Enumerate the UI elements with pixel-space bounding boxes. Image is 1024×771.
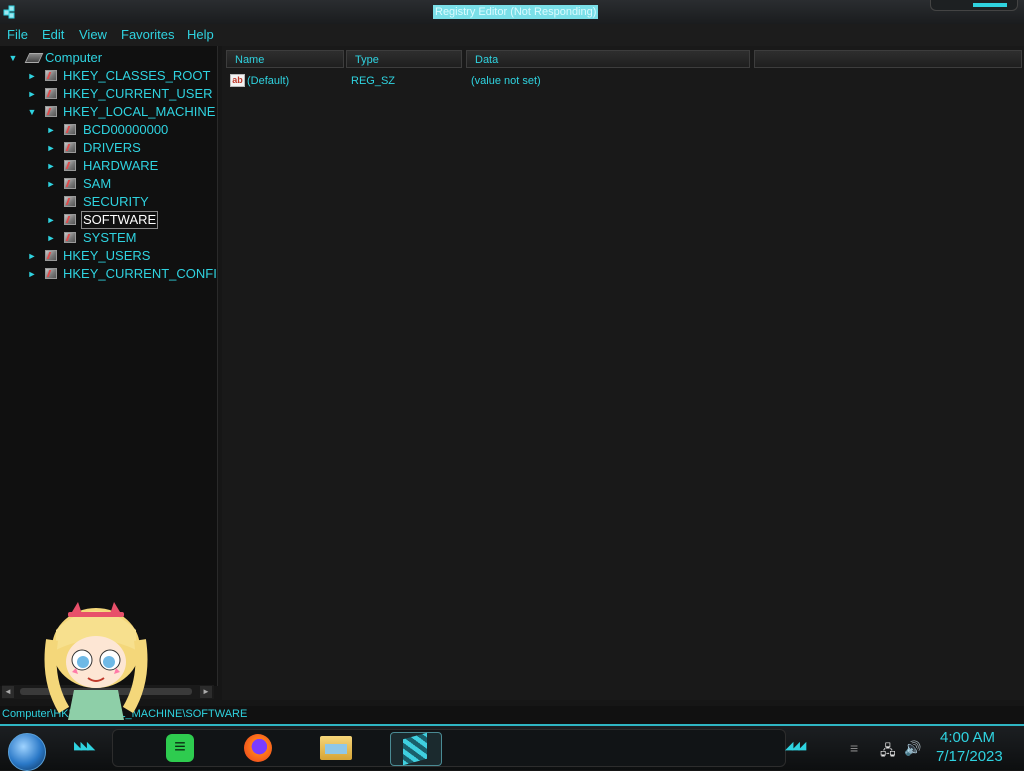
tree-node-hkey-users[interactable]: ► HKEY_USERS [0, 247, 217, 265]
value-list[interactable]: Name Type Data ab (Default) REG_SZ (valu… [222, 46, 1024, 700]
value-data: (value not set) [471, 75, 541, 87]
folder-icon [45, 268, 57, 279]
tree-node-system[interactable]: ► SYSTEM [0, 229, 217, 247]
tree-label: HKEY_CURRENT_USER [63, 86, 213, 101]
tree-label-computer: Computer [45, 50, 103, 65]
menu-help[interactable]: Help [187, 27, 214, 42]
taskbar: ◣◣◣ ◢◢◢ ≡ 🖧 🔊 4:00 AM 7/17/2023 [0, 724, 1024, 771]
taskbar-spotify[interactable] [162, 732, 198, 764]
tree-node-sam[interactable]: ► SAM [0, 175, 217, 193]
expand-arrow-icon[interactable]: ► [27, 71, 37, 81]
window-controls[interactable] [930, 0, 1018, 11]
folder-icon [45, 106, 57, 117]
menu-edit[interactable]: Edit [42, 27, 64, 42]
expand-arrow-icon[interactable]: ► [27, 269, 37, 279]
folder-icon [64, 160, 76, 171]
status-bar: Computer\HKEY_LOCAL_MACHINE\SOFTWARE [0, 706, 1024, 724]
tree-label: HKEY_USERS [63, 248, 151, 263]
tree-label-selected: SOFTWARE [81, 211, 159, 229]
column-header-type[interactable]: Type [346, 50, 462, 68]
folder-icon [45, 70, 57, 81]
clock-date[interactable]: 7/17/2023 [936, 748, 1003, 765]
expand-arrow-icon[interactable]: ► [27, 89, 37, 99]
taskbar-deco-right: ◢◢◢ [785, 740, 806, 752]
tree-label: HKEY_CLASSES_ROOT [63, 68, 211, 83]
taskbar-registry-editor[interactable] [390, 732, 442, 766]
spotify-icon [166, 734, 194, 762]
tree-label: HKEY_LOCAL_MACHINE [63, 104, 216, 119]
expand-arrow-icon[interactable]: ► [27, 251, 37, 261]
tree-label: HKEY_CURRENT_CONFI [63, 266, 217, 281]
expand-arrow-icon[interactable]: ► [46, 215, 56, 225]
tree-node-hkey-current-config[interactable]: ► HKEY_CURRENT_CONFI [0, 265, 217, 283]
scroll-right-arrow-icon[interactable]: ► [200, 686, 212, 698]
tree-node-hkey-classes-root[interactable]: ► HKEY_CLASSES_ROOT [0, 67, 217, 85]
string-value-icon: ab [230, 74, 245, 87]
folder-icon [45, 88, 57, 99]
column-header-data[interactable]: Data [466, 50, 750, 68]
tree-node-computer[interactable]: ▼ Computer [0, 49, 217, 67]
column-header-empty[interactable] [754, 50, 1022, 68]
tree-label: SYSTEM [83, 230, 137, 245]
tree-label: DRIVERS [83, 140, 141, 155]
tree-node-hardware[interactable]: ► HARDWARE [0, 157, 217, 175]
column-header-name[interactable]: Name [226, 50, 344, 68]
menu-favorites[interactable]: Favorites [121, 27, 174, 42]
folder-icon [64, 232, 76, 243]
expand-arrow-icon[interactable]: ► [46, 161, 56, 171]
volume-icon[interactable]: 🔊 [904, 740, 921, 757]
clock-time[interactable]: 4:00 AM [940, 729, 995, 746]
show-hidden-icons-icon[interactable]: ≡ [850, 740, 858, 756]
folder-icon [64, 142, 76, 153]
collapse-arrow-icon[interactable]: ▼ [8, 53, 18, 63]
tree-label: SAM [83, 176, 112, 191]
tree-label: BCD00000000 [83, 122, 169, 137]
folder-icon [64, 214, 76, 225]
registry-editor-app-icon[interactable] [3, 4, 19, 20]
value-name: (Default) [247, 75, 290, 87]
expand-arrow-icon[interactable]: ► [46, 143, 56, 153]
taskbar-deco-left: ◣◣◣ [74, 740, 95, 752]
taskbar-firefox[interactable] [240, 732, 276, 764]
file-explorer-icon [320, 736, 352, 760]
folder-icon [64, 196, 76, 207]
taskbar-file-explorer[interactable] [318, 732, 354, 764]
menu-bar: File Edit View Favorites Help [0, 24, 1024, 46]
tree-node-hkey-current-user[interactable]: ► HKEY_CURRENT_USER [0, 85, 217, 103]
menu-view[interactable]: View [79, 27, 107, 42]
tree-label: SECURITY [83, 194, 149, 209]
folder-icon [64, 124, 76, 135]
network-icon[interactable]: 🖧 [880, 740, 896, 764]
tree-node-hkey-local-machine[interactable]: ▼ HKEY_LOCAL_MACHINE [0, 103, 217, 121]
value-type: REG_SZ [351, 75, 396, 87]
start-orb-icon[interactable] [8, 733, 46, 771]
scroll-left-arrow-icon[interactable]: ◄ [2, 686, 14, 698]
cartoon-character-sticker [44, 602, 148, 720]
computer-icon [24, 53, 44, 63]
expand-arrow-icon[interactable]: ► [46, 179, 56, 189]
tree-node-security[interactable]: SECURITY [0, 193, 217, 211]
window-control-bar[interactable] [973, 3, 1007, 7]
title-bar[interactable]: Registry Editor (Not Responding) [0, 0, 1024, 25]
taskbar-app-area [112, 729, 786, 767]
folder-icon [45, 250, 57, 261]
registry-editor-icon [403, 732, 427, 766]
menu-file[interactable]: File [7, 27, 28, 42]
firefox-icon [244, 734, 272, 762]
registry-tree[interactable]: ▼ Computer ► HKEY_CLASSES_ROOT ► HKEY_CU… [0, 46, 218, 686]
folder-icon [64, 178, 76, 189]
tree-node-software[interactable]: ► SOFTWARE [0, 211, 217, 229]
window-title: Registry Editor (Not Responding) [433, 5, 599, 19]
tree-node-drivers[interactable]: ► DRIVERS [0, 139, 217, 157]
collapse-arrow-icon[interactable]: ▼ [27, 107, 37, 117]
expand-arrow-icon[interactable]: ► [46, 125, 56, 135]
tree-node-bcd[interactable]: ► BCD00000000 [0, 121, 217, 139]
expand-arrow-icon[interactable]: ► [46, 233, 56, 243]
tree-label: HARDWARE [83, 158, 159, 173]
